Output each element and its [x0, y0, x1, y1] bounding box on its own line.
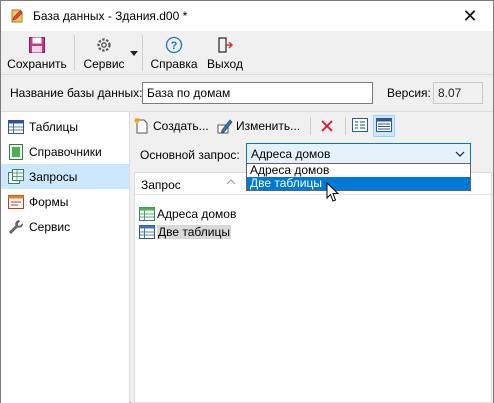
close-window-button[interactable]: ✕ [447, 1, 493, 31]
database-info-row: Название базы данных: Версия: 8.07 [1, 79, 493, 107]
view-details-button[interactable] [349, 115, 371, 137]
exit-button[interactable]: Выход [205, 31, 245, 75]
new-document-icon [133, 117, 151, 135]
column-header-query: Запрос [141, 178, 181, 192]
sidebar-item-label: Формы [29, 194, 69, 209]
toolbar-separator [74, 35, 75, 71]
sidebar-item-queries[interactable]: Запросы [1, 164, 129, 189]
sidebar-item-label: Справочники [29, 144, 102, 159]
mouse-cursor-icon [326, 181, 340, 203]
sort-ascending-icon [226, 173, 236, 185]
save-icon [26, 34, 48, 56]
sidebar-item-label: Запросы [29, 169, 78, 184]
sidebar-nav: Таблицы Справочники Запросы Формы Сервис [1, 111, 130, 403]
main-query-dropdown-list: Адреса домов Две таблицы [246, 163, 471, 191]
main-toolbar: Сохранить Сервис ? Справка Выход [1, 31, 493, 75]
queries-panel: Создать... Изменить... Основной запрос: … [131, 111, 493, 403]
delete-button[interactable] [318, 115, 338, 137]
query-icon [8, 168, 24, 185]
title-bar: База данных - Здания.d00 * ✕ [1, 1, 493, 31]
database-app-icon [9, 8, 25, 24]
sidebar-item-tables[interactable]: Таблицы [1, 114, 129, 139]
wrench-icon [8, 219, 24, 235]
list-item-label: Адреса домов [157, 207, 237, 221]
help-icon: ? [163, 34, 185, 56]
sidebar-item-directories[interactable]: Справочники [1, 139, 129, 164]
toolbar-separator [345, 117, 346, 135]
create-button[interactable]: Создать... [133, 115, 209, 137]
save-button[interactable]: Сохранить [5, 31, 69, 75]
help-button[interactable]: ? Справка [147, 31, 201, 75]
gear-icon [93, 34, 115, 56]
edit-button[interactable]: Изменить... [216, 115, 300, 137]
delete-x-icon [318, 117, 336, 135]
list-view-icon [376, 117, 392, 135]
dropdown-option-highlighted[interactable]: Две таблицы [247, 177, 470, 190]
service-button[interactable]: Сервис [79, 31, 129, 75]
details-view-icon [352, 117, 368, 135]
version-field: 8.07 [433, 82, 483, 104]
toolbar-separator [142, 35, 143, 71]
query-green-icon [139, 206, 155, 222]
database-name-label: Название базы данных: [10, 86, 143, 100]
sidebar-item-label: Сервис [29, 219, 71, 234]
service-dropdown-arrow[interactable] [129, 48, 139, 58]
app-window: База данных - Здания.d00 * ✕ Сохранить С… [0, 0, 494, 403]
sidebar-item-service[interactable]: Сервис [1, 214, 129, 239]
list-item-label: Две таблицы [157, 225, 231, 239]
close-icon: ✕ [462, 5, 478, 26]
main-query-selected-value: Адреса домов [251, 147, 331, 161]
view-list-button[interactable] [373, 115, 395, 137]
directory-icon [8, 143, 24, 160]
window-title: База данных - Здания.d00 * [33, 9, 188, 23]
queries-list: Запрос Адреса домов Две таблицы [134, 172, 492, 403]
database-name-input[interactable] [142, 82, 373, 104]
exit-door-icon [214, 34, 236, 56]
main-query-select[interactable]: Адреса домов [246, 143, 471, 165]
pencil-icon [216, 117, 234, 135]
table-icon [8, 119, 24, 135]
queries-toolbar: Создать... Изменить... [131, 112, 493, 140]
main-query-label: Основной запрос: [140, 148, 240, 162]
toolbar-separator [310, 117, 311, 135]
svg-text:?: ? [171, 40, 178, 52]
chevron-down-icon [130, 50, 138, 56]
sidebar-item-forms[interactable]: Формы [1, 189, 129, 214]
sidebar-item-label: Таблицы [29, 119, 79, 134]
chevron-down-icon [455, 148, 465, 158]
form-icon [8, 194, 24, 210]
list-item-selected[interactable]: Две таблицы [135, 223, 491, 241]
version-label: Версия: [387, 86, 431, 100]
list-item[interactable]: Адреса домов [135, 205, 491, 223]
query-blue-icon [139, 224, 155, 240]
